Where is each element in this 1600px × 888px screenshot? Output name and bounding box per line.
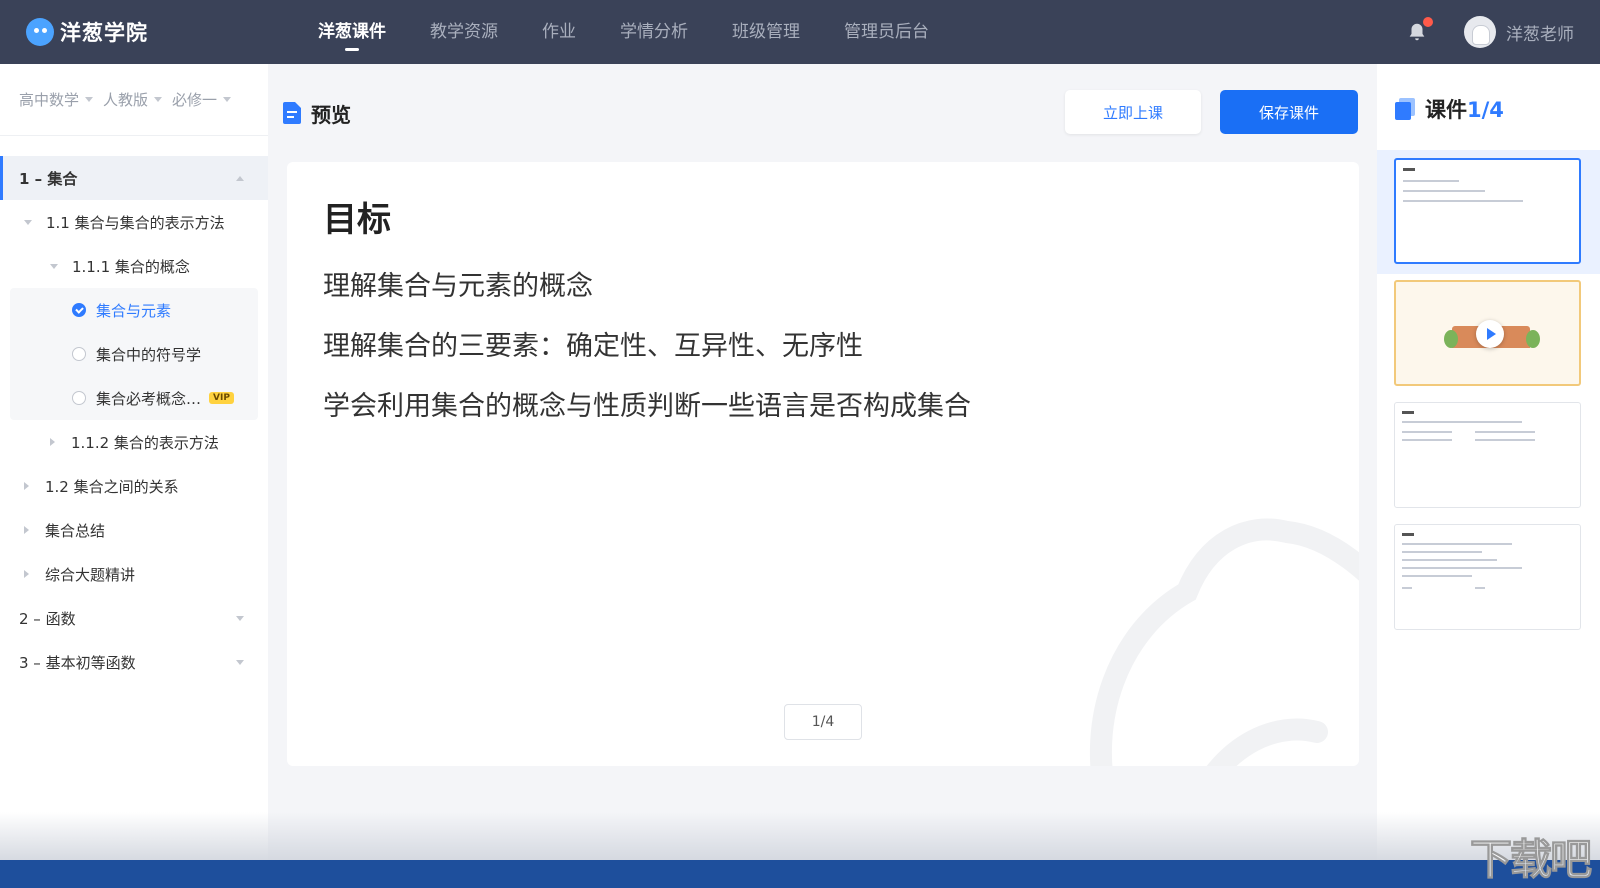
caret-down-icon xyxy=(85,97,94,102)
top-nav-bar: 洋葱学院 洋葱课件 教学资源 作业 学情分析 班级管理 管理员后台 洋葱老师 xyxy=(0,0,1600,64)
site-watermark: 下载吧 xyxy=(1469,835,1592,885)
onion-watermark-icon xyxy=(1090,518,1359,766)
save-courseware-button[interactable]: 保存课件 xyxy=(1220,90,1358,134)
slide-line-1: 理解集合与元素的概念 xyxy=(323,271,593,302)
collapsed-arrow-icon xyxy=(24,482,29,490)
slide-line-3: 学会利用集合的概念与性质判断一些语言是否构成集合 xyxy=(323,391,971,422)
lesson-item-vip[interactable]: 集合必考概念… VIP xyxy=(10,376,258,420)
radio-circle-icon xyxy=(72,347,86,361)
document-icon xyxy=(283,102,301,124)
lesson-list: 集合与元素 集合中的符号学 集合必考概念… VIP xyxy=(10,288,258,420)
nav-item-homework[interactable]: 作业 xyxy=(520,0,598,64)
main-nav: 洋葱课件 教学资源 作业 学情分析 班级管理 管理员后台 xyxy=(296,0,951,64)
caret-down-icon xyxy=(154,97,163,102)
preview-header: 预览 立即上课 保存课件 xyxy=(283,90,1358,136)
courseware-icon xyxy=(1395,98,1415,120)
expanded-arrow-icon xyxy=(24,219,32,225)
notification-dot xyxy=(1423,17,1433,27)
user-name[interactable]: 洋葱老师 xyxy=(1506,20,1574,45)
expand-down-icon xyxy=(236,659,244,665)
tree-section-1-2[interactable]: 1.2 集合之间的关系 xyxy=(0,464,268,508)
chapter-sidebar: 高中数学 人教版 必修一 1 – 集合 1.1 集合与集合的表示方法 1.1.1… xyxy=(0,64,268,864)
onion-logo-icon xyxy=(26,18,54,46)
courseware-panel: 课件1/4 xyxy=(1377,64,1600,864)
collapsed-arrow-icon xyxy=(24,570,29,578)
chapter-tree: 1 – 集合 1.1 集合与集合的表示方法 1.1.1 集合的概念 集合与元素 … xyxy=(0,136,268,684)
slide-thumbnail-2[interactable] xyxy=(1377,272,1600,396)
collapse-up-icon xyxy=(236,175,244,181)
slide-thumbnail-1[interactable] xyxy=(1377,150,1600,274)
subject-selector: 高中数学 人教版 必修一 xyxy=(0,64,268,136)
nav-item-resources[interactable]: 教学资源 xyxy=(408,0,520,64)
check-circle-icon xyxy=(72,303,86,317)
lesson-item[interactable]: 集合中的符号学 xyxy=(10,332,258,376)
thumbnail-card xyxy=(1394,402,1581,508)
app-logo[interactable]: 洋葱学院 xyxy=(26,17,296,47)
avatar[interactable] xyxy=(1464,16,1496,48)
start-class-button[interactable]: 立即上课 xyxy=(1065,90,1201,134)
user-area: 洋葱老师 xyxy=(1406,0,1574,64)
bottom-fade xyxy=(0,812,1600,860)
slide-preview: 目标 理解集合与元素的概念 理解集合的三要素：确定性、互异性、无序性 学会利用集… xyxy=(287,162,1359,766)
expand-down-icon xyxy=(236,615,244,621)
tree-section-1-1-1[interactable]: 1.1.1 集合的概念 xyxy=(0,244,268,288)
play-icon xyxy=(1476,320,1504,348)
thumbnail-card xyxy=(1394,524,1581,630)
vip-badge: VIP xyxy=(209,392,234,404)
tree-chapter-2[interactable]: 2 – 函数 xyxy=(0,596,268,640)
courseware-title: 课件1/4 xyxy=(1425,98,1504,122)
expanded-arrow-icon xyxy=(50,263,58,269)
radio-circle-icon xyxy=(72,391,86,405)
notification-bell-icon[interactable] xyxy=(1406,17,1433,43)
volume-dropdown[interactable]: 必修一 xyxy=(172,89,232,110)
slide-pager[interactable]: 1/4 xyxy=(784,704,862,740)
bottom-bar xyxy=(0,860,1600,888)
subject-dropdown[interactable]: 高中数学 xyxy=(19,89,94,110)
edition-dropdown[interactable]: 人教版 xyxy=(103,89,163,110)
slide-title: 目标 xyxy=(323,200,391,240)
thumbnail-card xyxy=(1394,280,1581,386)
tree-chapter-3[interactable]: 3 – 基本初等函数 xyxy=(0,640,268,684)
slide-line-2: 理解集合的三要素：确定性、互异性、无序性 xyxy=(323,331,863,362)
collapsed-arrow-icon xyxy=(50,438,55,446)
tree-section-1-1-2[interactable]: 1.1.2 集合的表示方法 xyxy=(0,420,268,464)
tree-section-review[interactable]: 综合大题精讲 xyxy=(0,552,268,596)
collapsed-arrow-icon xyxy=(24,526,29,534)
nav-item-admin[interactable]: 管理员后台 xyxy=(822,0,951,64)
lesson-item-selected[interactable]: 集合与元素 xyxy=(10,288,258,332)
caret-down-icon xyxy=(223,97,232,102)
preview-title: 预览 xyxy=(311,102,351,127)
tree-chapter-1[interactable]: 1 – 集合 xyxy=(0,156,268,200)
nav-item-class-management[interactable]: 班级管理 xyxy=(710,0,822,64)
nav-item-analytics[interactable]: 学情分析 xyxy=(598,0,710,64)
nav-item-courseware[interactable]: 洋葱课件 xyxy=(296,0,408,64)
slide-thumbnail-3[interactable] xyxy=(1377,394,1600,518)
slide-thumbnail-4[interactable] xyxy=(1377,516,1600,640)
tree-section-summary[interactable]: 集合总结 xyxy=(0,508,268,552)
thumbnail-card xyxy=(1394,158,1581,264)
app-name: 洋葱学院 xyxy=(60,21,148,45)
tree-section-1-1[interactable]: 1.1 集合与集合的表示方法 xyxy=(0,200,268,244)
courseware-header: 课件1/4 xyxy=(1395,94,1504,124)
